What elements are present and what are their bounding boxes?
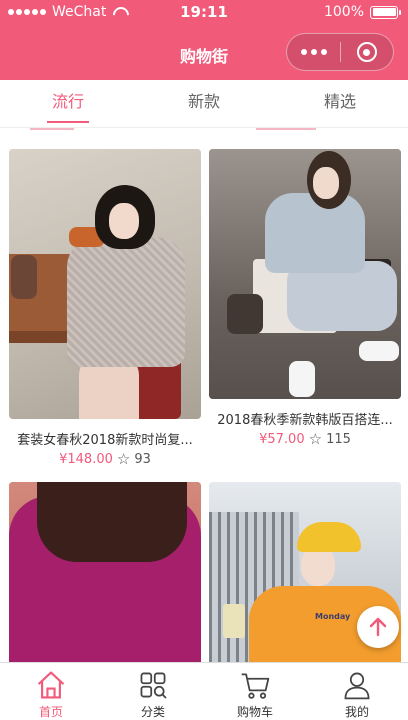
close-button[interactable] (341, 34, 393, 70)
back-top-button[interactable] (357, 606, 399, 648)
header: WeChat 19:11 100% 购物街 (0, 0, 408, 80)
shirt-print: Monday (315, 612, 351, 621)
tab-popular[interactable]: 流行 (0, 80, 136, 127)
tab-selected[interactable]: 精选 (272, 80, 408, 127)
tabbar-item-cart[interactable]: 购物车 (204, 663, 306, 720)
status-bar: WeChat 19:11 100% (0, 0, 408, 26)
battery-icon (370, 5, 401, 19)
tabbar-label: 分类 (140, 705, 165, 719)
more-button[interactable] (287, 34, 340, 70)
tab-control: 流行 新款 精选 (0, 80, 408, 128)
goods-price: ¥57.00 (259, 431, 305, 447)
battery-percent: 100% (323, 4, 364, 20)
star-icon: ☆ (116, 450, 131, 468)
category-icon (140, 672, 167, 699)
goods-title: 套装女春秋2018新款时尚复... (17, 433, 193, 448)
goods-image[interactable] (9, 149, 201, 419)
home-icon (37, 671, 65, 699)
scrolled-content-edge (0, 128, 408, 132)
bottom-tab-bar: 首页 分类 购物车 我的 (0, 662, 408, 720)
goods-item[interactable]: 2018春秋季新款韩版百搭连... ¥57.00 ☆ 115 (209, 149, 401, 448)
goods-item[interactable]: 套装女春秋2018新款时尚复... ¥148.00 ☆ 93 (9, 149, 201, 468)
goods-info: ¥57.00 ☆ 115 (209, 430, 401, 448)
tabbar-item-home[interactable]: 首页 (0, 663, 102, 720)
target-icon (356, 42, 377, 62)
more-dot-icon (310, 49, 317, 55)
goods-price: ¥148.00 (59, 451, 113, 467)
goods-collect-count: 93 (134, 451, 151, 467)
status-right: 100% (323, 4, 401, 20)
tabbar-item-category[interactable]: 分类 (102, 663, 204, 720)
goods-collect-count: 115 (326, 431, 351, 447)
tab-new[interactable]: 新款 (136, 80, 272, 127)
tabbar-item-profile[interactable]: 我的 (306, 663, 408, 720)
goods-info: ¥148.00 ☆ 93 (9, 450, 201, 468)
star-icon: ☆ (308, 430, 323, 448)
goods-title: 2018春秋季新款韩版百搭连... (217, 413, 393, 428)
goods-image[interactable] (9, 482, 201, 662)
goods-image[interactable] (209, 149, 401, 399)
more-dot-icon (320, 49, 327, 55)
mini-program-capsule (286, 33, 394, 71)
goods-list[interactable]: 套装女春秋2018新款时尚复... ¥148.00 ☆ 93 2018春秋季新款… (0, 128, 408, 662)
arrow-up-icon (369, 617, 387, 637)
tabbar-label: 我的 (344, 705, 369, 719)
tabbar-label: 购物车 (236, 705, 273, 719)
goods-item[interactable] (9, 482, 201, 662)
more-dot-icon (300, 49, 307, 55)
cart-icon (241, 673, 270, 699)
profile-icon (344, 672, 370, 700)
tabbar-label: 首页 (38, 705, 63, 719)
